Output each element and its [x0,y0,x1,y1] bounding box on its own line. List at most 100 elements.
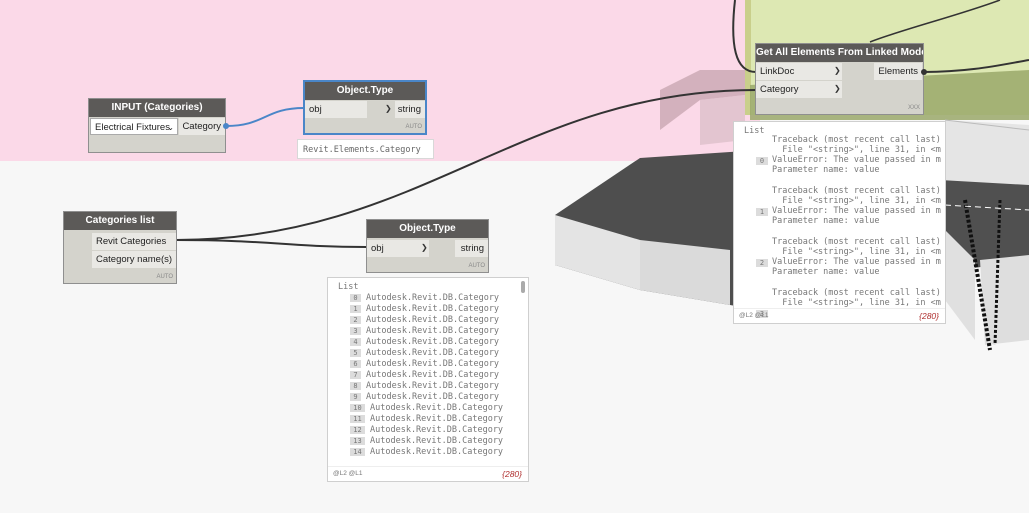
node-title[interactable]: INPUT (Categories) [89,99,225,117]
list-value: Autodesk.Revit.DB.Category [370,403,504,413]
error-line: ValueError: The value passed in m [772,257,941,267]
list-index: 0 [350,293,361,302]
list-value: Autodesk.Revit.DB.Category [366,370,500,380]
list-item: 13 Autodesk.Revit.DB.Category [350,436,503,447]
output-port-revit-categories[interactable]: Revit Categories [92,233,176,250]
error-line: File "<string>", line 31, in <m [772,247,941,257]
list-index: 3 [350,326,361,335]
node-title[interactable]: Object.Type [305,82,425,100]
input-port-category[interactable]: Category [756,81,842,98]
list-value: Autodesk.Revit.DB.Category [366,293,500,303]
list-item: 12 Autodesk.Revit.DB.Category [350,425,503,436]
error-line: File "<string>", line 31, in <m [772,196,941,206]
list-item: 10 Autodesk.Revit.DB.Category [350,403,503,414]
list-index: 2 [756,259,768,267]
list-item: 5 Autodesk.Revit.DB.Category [350,348,499,359]
list-value: Autodesk.Revit.DB.Category [370,447,504,457]
node-preview-bubble-errors[interactable]: List Traceback (most recent call last) F… [733,121,946,324]
port-label: obj [309,104,322,115]
node-categories-list[interactable]: Categories list Revit Categories Categor… [63,211,177,284]
port-label: string [397,104,421,115]
error-line: ValueError: The value passed in m [772,155,941,165]
list-value: Autodesk.Revit.DB.Category [370,436,504,446]
lacing-indicator[interactable]: AUTO [405,124,422,130]
output-port-category[interactable]: Category [179,118,225,135]
node-title[interactable]: Object.Type [367,220,488,238]
list-item: 1 Autodesk.Revit.DB.Category [350,304,499,315]
error-line: File "<string>", line 31, in <m [772,145,941,155]
node-get-all-elements[interactable]: Get All Elements From Linked Model LinkD… [755,43,924,115]
chevron-right-icon: ❯ [421,243,428,252]
chevron-down-icon: ⌄ [167,123,174,132]
error-line: ValueError: The value passed in m [772,206,941,216]
list-value: Autodesk.Revit.DB.Category [366,326,500,336]
type-tooltip: Revit.Elements.Category [297,139,434,159]
dynamo-canvas[interactable]: INPUT (Categories) Electrical Fixtures ⌄… [0,0,1029,513]
list-index: 0 [756,157,768,165]
node-title[interactable]: Get All Elements From Linked Model [756,44,923,62]
port-label: Revit Categories [96,236,167,247]
list-value: Autodesk.Revit.DB.Category [366,392,500,402]
input-port-obj[interactable]: obj [367,240,429,257]
list-item: 2 Autodesk.Revit.DB.Category [350,315,499,326]
node-preview-bubble[interactable]: List 0 Autodesk.Revit.DB.Category 1 Autodes… [327,277,529,482]
list-index: 1 [350,304,361,313]
list-index: 12 [350,425,365,434]
list-value: Autodesk.Revit.DB.Category [366,337,500,347]
item-count: {280} [919,311,939,321]
preview-footer: @L2 @L1 {280} [328,466,528,481]
port-label: obj [371,243,384,254]
error-line: File "<string>", line 31, in <m [772,298,941,308]
port-connector[interactable] [223,123,229,129]
node-title[interactable]: Categories list [64,212,176,230]
port-connector[interactable] [921,69,927,75]
error-line: Parameter name: value [772,165,880,175]
chevron-right-icon: ❯ [834,84,841,93]
list-index: 6 [350,359,361,368]
chevron-right-icon: ❯ [834,66,841,75]
list-index: 1 [756,208,768,216]
list-item: 7 Autodesk.Revit.DB.Category [350,370,499,381]
preview-footer: @L2 @L1 {280} [734,308,945,323]
list-index: 8 [350,381,361,390]
node-input-categories[interactable]: INPUT (Categories) Electrical Fixtures ⌄… [88,98,226,153]
scrollbar[interactable] [521,281,525,293]
error-line: Traceback (most recent call last) [772,288,941,298]
list-index: 2 [350,315,361,324]
error-line: Parameter name: value [772,267,880,277]
list-item: 6 Autodesk.Revit.DB.Category [350,359,499,370]
port-label: Category [760,84,799,95]
list-value: Autodesk.Revit.DB.Category [366,315,500,325]
list-value: Autodesk.Revit.DB.Category [366,359,500,369]
category-dropdown[interactable]: Electrical Fixtures ⌄ [90,118,178,135]
lacing-indicator[interactable]: XXX [908,105,920,111]
list-index: 11 [350,414,365,423]
port-label: Category [182,121,221,132]
output-port-category-names[interactable]: Category name(s) [92,251,176,268]
list-levels[interactable]: @L2 @L1 [333,470,362,477]
node-object-type-2[interactable]: Object.Type obj ❯ string AUTO [366,219,489,273]
list-header: List [338,282,359,292]
lacing-indicator[interactable]: AUTO [156,274,173,280]
input-port-linkdoc[interactable]: LinkDoc [756,63,842,80]
error-line: Parameter name: value [772,216,880,226]
list-index: 7 [350,370,361,379]
list-value: Autodesk.Revit.DB.Category [370,425,504,435]
input-port-obj[interactable]: obj [305,101,367,118]
list-levels[interactable]: @L2 @L1 [739,312,768,319]
error-line: Traceback (most recent call last) [772,135,941,145]
list-header: List [744,126,765,136]
lacing-indicator[interactable]: AUTO [468,263,485,269]
dropdown-value: Electrical Fixtures [95,122,170,133]
list-index: 5 [350,348,361,357]
output-port-string[interactable]: string [395,101,425,118]
port-label: Category name(s) [96,254,173,265]
list-item: 3 Autodesk.Revit.DB.Category [350,326,499,337]
list-index: 4 [350,337,361,346]
output-port-string[interactable]: string [455,240,488,257]
error-line: Traceback (most recent call last) [772,186,941,196]
list-item: 9 Autodesk.Revit.DB.Category [350,392,499,403]
list-value: Autodesk.Revit.DB.Category [366,304,500,314]
node-object-type-1[interactable]: Object.Type obj ❯ string AUTO [303,80,427,135]
output-port-elements[interactable]: Elements [874,63,922,80]
